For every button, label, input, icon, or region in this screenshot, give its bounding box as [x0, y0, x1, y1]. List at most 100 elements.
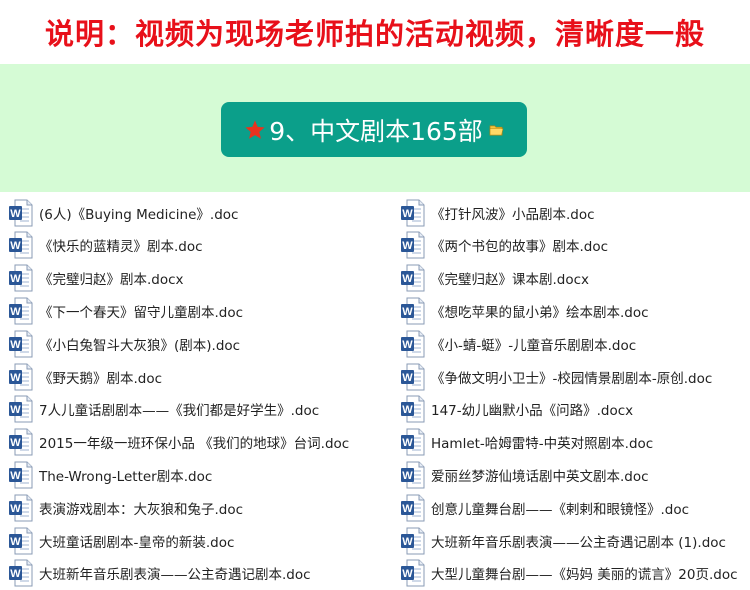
file-item[interactable]: W 7人儿童话剧剧本——《我们都是好学生》.doc [8, 393, 319, 426]
file-item[interactable]: W 大班童话剧剧本-皇帝的新装.doc [8, 524, 234, 557]
category-title: 9、中文剧本165部 [269, 116, 483, 146]
svg-text:W: W [10, 470, 21, 482]
word-document-icon: W [9, 199, 33, 226]
word-document-icon: W [401, 461, 425, 489]
file-name: 7人儿童话剧剧本——《我们都是好学生》.doc [39, 403, 320, 420]
file-item[interactable]: W 《完璧归赵》剧本.docx [8, 262, 184, 295]
file-name: 《完璧归赵》课本剧.docx [431, 272, 590, 289]
file-name: 大型儿童舞台剧——《妈妈 美丽的谎言》20页.doc [431, 567, 738, 584]
word-document-icon: W [401, 297, 425, 325]
file-item[interactable]: W The-Wrong-Letter剧本.doc [8, 458, 212, 491]
file-item[interactable]: W 《小-蜻-蜓》-儿童音乐剧剧本.doc [400, 327, 636, 360]
file-item[interactable]: W Hamlet-哈姆雷特-中英对照剧本.doc [400, 426, 653, 459]
word-document-icon: W [401, 330, 425, 358]
word-document-icon: W [401, 199, 425, 226]
word-document-icon: W [401, 428, 425, 456]
file-item[interactable]: W 大班新年音乐剧表演——公主奇遇记剧本.doc [8, 557, 311, 590]
svg-text:W: W [10, 536, 21, 548]
file-item[interactable]: W 2015一年级一班环保小品 《我们的地球》台词.doc [8, 426, 349, 459]
word-document-icon: W [9, 461, 33, 489]
file-name: 2015一年级一班环保小品 《我们的地球》台词.doc [39, 436, 350, 453]
svg-text:W: W [10, 306, 21, 318]
file-name: 《小-蜻-蜓》-儿童音乐剧剧本.doc [431, 337, 637, 354]
folder-icon [489, 124, 504, 135]
word-document-icon: W [9, 330, 33, 358]
file-item[interactable]: W 大型儿童舞台剧——《妈妈 美丽的谎言》20页.doc [400, 557, 738, 590]
category-badge: 9、中文剧本165部 [221, 102, 527, 157]
svg-text:W: W [402, 208, 413, 220]
word-document-icon: W [9, 494, 33, 522]
file-name: Hamlet-哈姆雷特-中英对照剧本.doc [431, 436, 654, 453]
file-item[interactable]: W 《争做文明小卫士》-校园情景剧剧本-原创.doc [400, 360, 712, 393]
svg-text:W: W [402, 568, 413, 580]
svg-text:W: W [10, 372, 21, 384]
file-list: W (6人)《Buying Medicine》.doc W 《快乐的蓝精灵》剧本.do… [0, 196, 750, 587]
file-name: 表演游戏剧本：大灰狼和兔子.doc [39, 501, 244, 518]
word-document-icon: W [9, 559, 33, 587]
word-document-icon: W [9, 428, 33, 456]
word-document-icon: W [401, 363, 425, 390]
file-item[interactable]: W (6人)《Buying Medicine》.doc [8, 196, 238, 229]
file-item[interactable]: W 《快乐的蓝精灵》剧本.doc [8, 229, 203, 262]
file-item[interactable]: W 《两个书包的故事》剧本.doc [400, 229, 608, 262]
file-item[interactable]: W 爱丽丝梦游仙境话剧中英文剧本.doc [400, 458, 649, 491]
notice-banner: 说明：视频为现场老师拍的活动视频，清晰度一般 [0, 0, 750, 64]
file-item[interactable]: W 表演游戏剧本：大灰狼和兔子.doc [8, 491, 243, 524]
file-name: 大班童话剧剧本-皇帝的新装.doc [39, 534, 235, 551]
word-document-icon: W [401, 527, 425, 554]
svg-text:W: W [402, 536, 413, 548]
svg-text:W: W [402, 240, 413, 252]
star-icon [245, 119, 265, 139]
svg-text:W: W [402, 273, 413, 285]
file-name: The-Wrong-Letter剧本.doc [39, 468, 213, 485]
file-item[interactable]: W 大班新年音乐剧表演——公主奇遇记剧本 (1).doc [400, 524, 726, 557]
file-item[interactable]: W 《下一个春天》留守儿童剧本.doc [8, 294, 243, 327]
svg-text:W: W [10, 568, 21, 580]
file-name: 《打针风波》小品剧本.doc [431, 206, 595, 223]
word-document-icon: W [401, 559, 425, 587]
file-name: 爱丽丝梦游仙境话剧中英文剧本.doc [431, 468, 649, 485]
word-document-icon: W [9, 363, 33, 390]
file-name: (6人)《Buying Medicine》.doc [39, 206, 239, 223]
word-document-icon: W [9, 297, 33, 325]
svg-text:W: W [402, 470, 413, 482]
file-name: 大班新年音乐剧表演——公主奇遇记剧本.doc [39, 567, 311, 584]
file-name: 《快乐的蓝精灵》剧本.doc [39, 239, 203, 256]
file-item[interactable]: W 创意儿童舞台剧——《剌剌和眼镜怪》.doc [400, 491, 689, 524]
svg-text:W: W [10, 240, 21, 252]
svg-text:W: W [402, 339, 413, 351]
file-name: 《两个书包的故事》剧本.doc [431, 239, 609, 256]
svg-text:W: W [10, 339, 21, 351]
word-document-icon: W [9, 231, 33, 259]
file-name: 大班新年音乐剧表演——公主奇遇记剧本 (1).doc [431, 534, 726, 551]
word-document-icon: W [9, 264, 33, 292]
file-name: 《小白兔智斗大灰狼》(剧本).doc [39, 337, 241, 354]
file-name: 147-幼儿幽默小品《问路》.docx [431, 403, 634, 420]
svg-text:W: W [10, 503, 21, 515]
file-name: 《争做文明小卫士》-校园情景剧剧本-原创.doc [431, 370, 713, 387]
file-item[interactable]: W 《完璧归赵》课本剧.docx [400, 262, 589, 295]
svg-text:W: W [10, 273, 21, 285]
file-name: 《完璧归赵》剧本.docx [39, 272, 184, 289]
file-item[interactable]: W 《打针风波》小品剧本.doc [400, 196, 595, 229]
file-item[interactable]: W 《野天鹅》剧本.doc [8, 360, 162, 393]
file-item[interactable]: W 《想吃苹果的鼠小弟》绘本剧本.doc [400, 294, 649, 327]
word-document-icon: W [401, 494, 425, 522]
svg-text:W: W [10, 404, 21, 416]
word-document-icon: W [401, 395, 425, 423]
word-document-icon: W [9, 395, 33, 423]
notice-text: 说明：视频为现场老师拍的活动视频，清晰度一般 [44, 17, 705, 51]
svg-text:W: W [10, 208, 21, 220]
svg-text:W: W [402, 306, 413, 318]
word-document-icon: W [9, 527, 33, 554]
svg-text:W: W [402, 503, 413, 515]
file-name: 《野天鹅》剧本.doc [39, 370, 163, 387]
svg-text:W: W [10, 437, 21, 449]
file-name: 《下一个春天》留守儿童剧本.doc [39, 304, 244, 321]
file-item[interactable]: W 147-幼儿幽默小品《问路》.docx [400, 393, 633, 426]
file-name: 《想吃苹果的鼠小弟》绘本剧本.doc [431, 304, 649, 321]
file-item[interactable]: W 《小白兔智斗大灰狼》(剧本).doc [8, 327, 240, 360]
svg-text:W: W [402, 437, 413, 449]
file-name: 创意儿童舞台剧——《剌剌和眼镜怪》.doc [431, 501, 690, 518]
svg-text:W: W [402, 372, 413, 384]
